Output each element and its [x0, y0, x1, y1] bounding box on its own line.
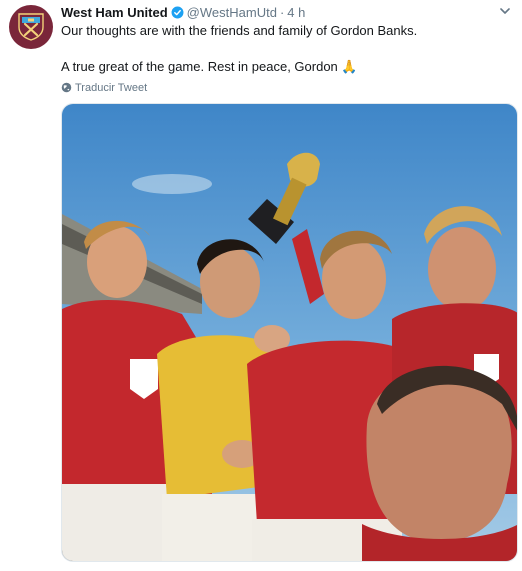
tweet-header: West Ham United @WestHamUtd · 4 h — [61, 4, 501, 22]
translate-label: Traducir Tweet — [75, 82, 148, 94]
avatar[interactable] — [9, 5, 53, 49]
tweet-text: Our thoughts are with the friends and fa… — [61, 22, 501, 76]
photo-image — [62, 104, 517, 561]
west-ham-crest-icon — [18, 13, 44, 41]
globe-icon — [61, 82, 72, 93]
author-handle[interactable]: @WestHamUtd — [187, 5, 277, 20]
tweet-text-line-2: A true great of the game. Rest in peace,… — [61, 58, 501, 76]
verified-badge-icon — [171, 6, 184, 19]
praying-hands-emoji: 🙏 — [341, 59, 358, 74]
author-name[interactable]: West Ham United — [61, 5, 168, 20]
tweet-text-line-2-body: A true great of the game. Rest in peace,… — [61, 59, 338, 74]
tweet-timestamp[interactable]: 4 h — [287, 5, 305, 20]
separator-dot: · — [279, 5, 285, 20]
tweet-text-line-1: Our thoughts are with the friends and fa… — [61, 23, 418, 38]
translate-tweet-link[interactable]: Traducir Tweet — [61, 81, 147, 95]
chevron-down-icon[interactable] — [498, 4, 512, 18]
tweet-photo[interactable] — [61, 103, 518, 562]
